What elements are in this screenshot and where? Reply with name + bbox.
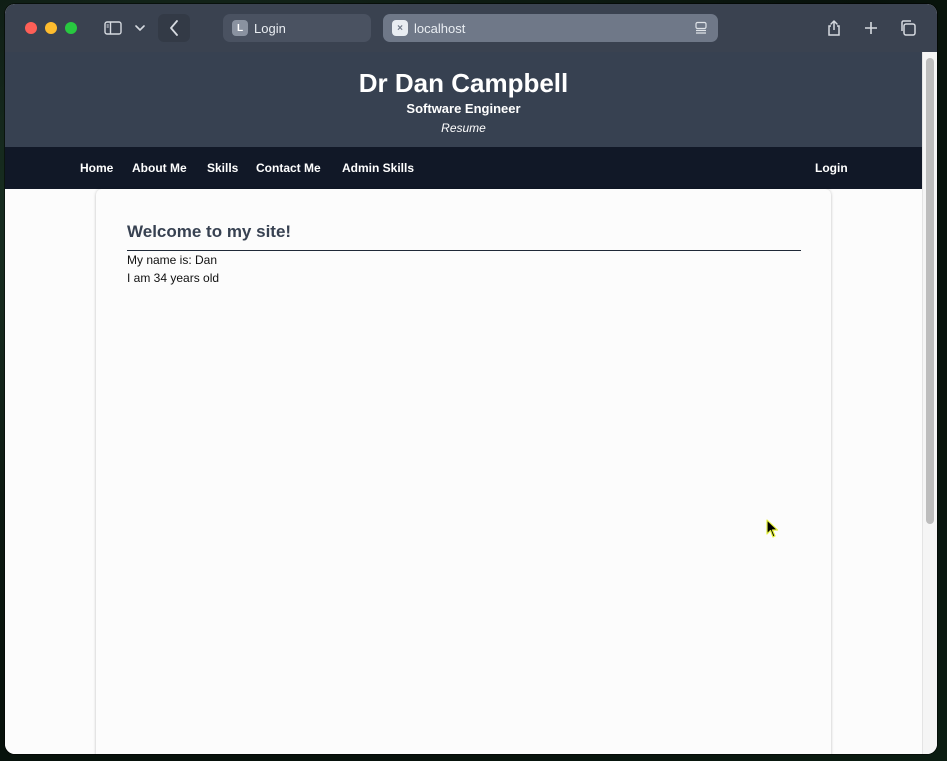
minimize-window-button[interactable] — [45, 22, 57, 34]
site-tagline: Resume — [441, 121, 486, 135]
tab-overview-button[interactable] — [894, 14, 922, 42]
reader-icon[interactable] — [694, 21, 708, 35]
nav-link-login[interactable]: Login — [815, 160, 848, 176]
nav-link-home[interactable]: Home — [80, 160, 113, 176]
tab-login[interactable]: L Login — [223, 14, 371, 42]
browser-toolbar: L Login × localhost — [5, 4, 937, 52]
page-viewport: Dr Dan Campbell Software Engineer Resume… — [5, 52, 922, 754]
new-tab-button[interactable] — [857, 14, 885, 42]
sidebar-icon — [104, 21, 122, 35]
nav-link-admin-skills[interactable]: Admin Skills — [342, 160, 414, 176]
heading-divider — [127, 250, 801, 251]
content-card: Welcome to my site! My name is: Dan I am… — [96, 189, 831, 754]
sidebar-menu-button[interactable] — [129, 14, 151, 42]
mouse-pointer-icon — [766, 519, 779, 538]
sidebar-toggle-button[interactable] — [97, 14, 129, 42]
nav-link-skills[interactable]: Skills — [207, 160, 238, 176]
tab-label: Login — [254, 20, 286, 36]
tab-favicon: L — [232, 20, 248, 36]
site-title: Dr Dan Campbell — [358, 68, 569, 98]
plus-icon — [865, 22, 877, 34]
welcome-heading: Welcome to my site! — [127, 222, 292, 241]
tab-favicon: × — [392, 20, 408, 36]
site-subtitle: Software Engineer — [406, 101, 521, 116]
scrollbar-thumb[interactable] — [926, 58, 934, 524]
page-scrollbar[interactable] — [922, 52, 937, 754]
close-window-button[interactable] — [25, 22, 37, 34]
nav-link-contact-me[interactable]: Contact Me — [256, 160, 321, 176]
tab-localhost[interactable]: × localhost — [383, 14, 718, 42]
back-button[interactable] — [158, 14, 190, 42]
chevron-down-icon — [135, 25, 145, 31]
age-text: I am 34 years old — [127, 271, 220, 285]
nav-link-about-me[interactable]: About Me — [132, 160, 187, 176]
site-nav: Home About Me Skills Contact Me Admin Sk… — [5, 147, 922, 189]
maximize-window-button[interactable] — [65, 22, 77, 34]
share-button[interactable] — [820, 14, 848, 42]
name-text: My name is: Dan — [127, 253, 218, 267]
share-icon — [828, 20, 840, 36]
back-arrow-icon — [170, 20, 178, 36]
browser-window: L Login × localhost Dr Dan Campbell Soft… — [5, 4, 937, 754]
site-header: Dr Dan Campbell Software Engineer Resume — [5, 52, 922, 147]
tabs-overview-icon — [901, 20, 916, 36]
tab-label: localhost — [414, 20, 466, 36]
